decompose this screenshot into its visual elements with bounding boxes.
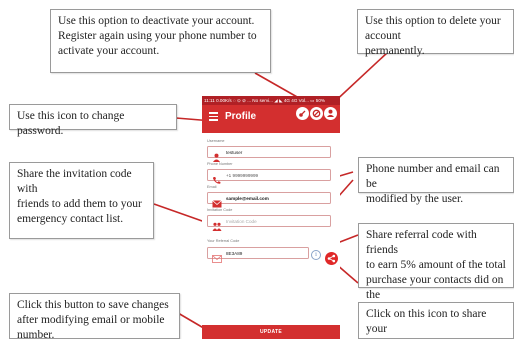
- share-icon[interactable]: [325, 252, 338, 265]
- menu-icon[interactable]: [209, 112, 218, 121]
- deactivate-callout: Use this option to deactivate your accou…: [50, 9, 271, 73]
- update-button[interactable]: UPDATE: [202, 325, 340, 339]
- email-label: Email: [207, 185, 217, 189]
- email-icon: [212, 195, 222, 207]
- phone-email-callout: Phone number and email can be modified b…: [358, 157, 514, 205]
- user-icon: [212, 149, 221, 162]
- phone-screen: 11:11 0.00K/s ◌ ⊙ ⊘ ... No servi... ◢ ◣ …: [202, 96, 340, 339]
- invitation-code-input[interactable]: Invitation Code: [207, 215, 331, 231]
- save-callout: Click this button to save changes after …: [9, 293, 180, 339]
- deactivate-icon[interactable]: [310, 107, 323, 120]
- referral-code-field: 8E3A89: [207, 247, 309, 263]
- email-value: sample@email.com: [226, 196, 269, 201]
- invitation-label: Invitation Code: [207, 208, 233, 212]
- share-icon-callout: Click on this icon to share your referra…: [358, 302, 514, 339]
- info-icon[interactable]: i: [311, 250, 321, 260]
- lock-key-icon[interactable]: [296, 107, 309, 120]
- app-bar: Profile: [202, 105, 340, 133]
- phone-icon: [212, 172, 221, 184]
- envelope-outline-icon: [212, 250, 222, 263]
- referral-callout: Share referral code with friends to earn…: [358, 223, 514, 316]
- page-title: Profile: [225, 111, 257, 122]
- username-label: Username: [207, 139, 225, 143]
- invitation-placeholder: Invitation Code: [226, 219, 257, 224]
- username-value: testuser: [226, 150, 243, 155]
- people-icon: [212, 218, 222, 231]
- delete-user-icon[interactable]: [324, 107, 337, 120]
- phone-field[interactable]: +1 9999999999: [207, 169, 331, 184]
- delete-callout: Use this option to delete your account p…: [357, 9, 514, 57]
- phone-value: +1 9999999999: [226, 173, 259, 178]
- email-field[interactable]: sample@email.com: [207, 192, 331, 207]
- invitation-callout: Share the invitation code with friends t…: [9, 162, 154, 239]
- username-field: testuser: [207, 146, 331, 162]
- referral-value: 8E3A89: [226, 251, 243, 256]
- status-bar: 11:11 0.00K/s ◌ ⊙ ⊘ ... No servi... ◢ ◣ …: [202, 96, 340, 105]
- change-password-callout: Use this icon to change password.: [9, 104, 177, 137]
- phone-label: Phone Number: [207, 162, 233, 166]
- referral-label: Your Referral Code: [207, 239, 240, 243]
